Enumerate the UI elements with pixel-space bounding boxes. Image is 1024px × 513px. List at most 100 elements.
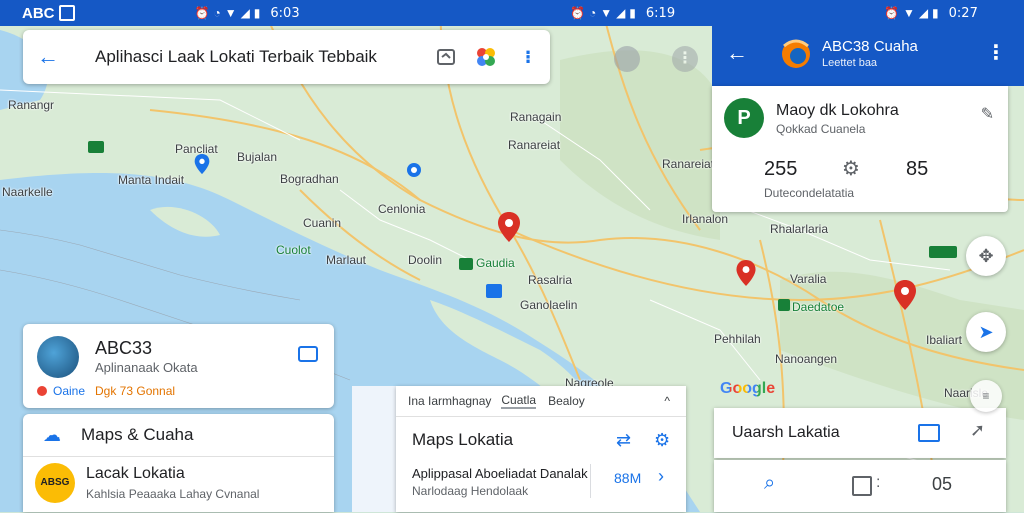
app-logo: ABSG (35, 463, 75, 503)
status-icons: ⏰◔▼◢▮ (194, 6, 265, 20)
more-options-icon[interactable]: ⋮ (986, 40, 1006, 65)
sim-icon (58, 5, 75, 21)
transit-icon (929, 246, 957, 258)
search-row-label: Uaarsh Lakatia (732, 424, 840, 441)
directions-icon[interactable]: ➚ (970, 420, 985, 441)
detail-panel: Ina Iarmhagnay Cuatla Bealoy ^ Maps Loka… (396, 386, 686, 512)
location-pin-icon[interactable] (894, 280, 916, 315)
compass-icon: ✥ (978, 245, 994, 266)
navigation-arrow-icon: ➤ (978, 321, 994, 342)
map-label: Daedatoe (792, 300, 845, 314)
layers-icon: ≡ (982, 389, 990, 403)
list-item-label: Maps & Cuaha (81, 425, 194, 444)
status-icons: ⏰▼◢▮ (884, 6, 943, 20)
app-subtitle: Leettet baa (822, 57, 878, 69)
clock: 0:27 (948, 5, 978, 21)
panel-shadow (352, 386, 396, 512)
place-card[interactable]: ABC33 Aplinanaak Okata Oaine Dgk 73 Gonn… (23, 324, 334, 408)
tab-item[interactable]: Cuatla (501, 393, 537, 409)
image-search-icon[interactable] (426, 47, 466, 67)
map-label: Gaudia (476, 256, 515, 270)
chat-icon[interactable] (614, 46, 640, 72)
panel-line: Aplippasal Aboeliadat Danalak (412, 466, 588, 481)
google-logo: Google (720, 380, 776, 397)
back-arrow-icon[interactable]: ← (23, 44, 73, 70)
size-label: 88M (614, 470, 642, 486)
place-name: ABC33 (95, 338, 153, 358)
status-bar: ⏰▼◢▮ 0:27 (712, 0, 1024, 26)
swap-icon[interactable]: ⇄ (616, 430, 631, 451)
panel-line: Narlodaag Hendolaak (412, 484, 529, 498)
status-bar: ABC ⏰◔▼◢▮ 6:03 (0, 0, 355, 26)
settings-icon[interactable]: ⚙ (654, 430, 670, 451)
more-options-icon[interactable]: ⋮ (672, 46, 698, 72)
place-marker-icon[interactable] (406, 162, 422, 183)
map-label: Ranangr (8, 98, 55, 112)
app-logo-icon (780, 36, 812, 72)
status-icons: ⏰◔▼◢▮ (570, 6, 640, 20)
map-label: Ibaliart (926, 333, 963, 347)
share-icon[interactable] (298, 346, 318, 362)
search-icon[interactable]: ⌕ (764, 472, 775, 495)
list-item[interactable]: ☁ Maps & Cuaha (23, 414, 334, 457)
transit-icon (486, 284, 502, 298)
info-subtitle: Qokkad Cuanela (776, 122, 866, 136)
hours-label: Dgk 73 Gonnal (95, 384, 176, 398)
map-label: Ranagain (510, 110, 562, 124)
map-label: Cuolot (276, 243, 311, 257)
cloud-icon: ☁ (43, 424, 61, 445)
stat-value: 85 (906, 158, 929, 180)
checkbox-icon[interactable] (852, 476, 872, 496)
map-label: Bogradhan (280, 172, 339, 186)
map-label: Cenlonia (378, 202, 426, 216)
zoom-button[interactable]: ≡ (970, 380, 1002, 412)
map-label: Doolin (408, 253, 443, 267)
map-label: Rhalarlaria (770, 222, 829, 236)
chevron-up-icon[interactable]: ^ (664, 394, 670, 408)
navigate-button[interactable]: ➤ (966, 312, 1006, 352)
search-row[interactable]: Uaarsh Lakatia ➚ (714, 408, 1006, 458)
app-title: ABC38 Cuaha (822, 38, 918, 55)
app-header: ← ABC38 Cuaha Leettet baa ⋮ (712, 26, 1024, 86)
pin-icon[interactable]: ✎ (981, 104, 994, 124)
count-label: 05 (932, 474, 953, 494)
action-row: ⌕ : 05 (714, 460, 1006, 512)
tab-item[interactable]: Bealoy (548, 394, 585, 408)
assistant-icon[interactable] (466, 45, 506, 69)
settings-icon[interactable]: ⚙ (842, 156, 860, 181)
tab-item[interactable]: Ina Iarmhagnay (408, 394, 491, 408)
chevron-right-icon[interactable]: › (658, 466, 664, 487)
stat-value: 255 (764, 158, 798, 180)
transit-icon (778, 299, 790, 311)
clock: 6:03 (270, 5, 300, 21)
location-pin-icon[interactable] (736, 260, 756, 291)
map-label: Irlanalon (682, 212, 729, 226)
search-bar[interactable]: ← Aplihasci Laak Lokati Terbaik Tebbaik … (23, 30, 550, 84)
results-list: ☁ Maps & Cuaha ABSG Lacak Lokatia Kahlsi… (23, 414, 334, 512)
map-label: Manta Indait (118, 173, 185, 187)
map-label: Pehhilah (714, 332, 761, 346)
place-avatar (37, 336, 79, 378)
divider (590, 464, 591, 498)
place-subtitle: Aplinanaak Okata (95, 360, 198, 375)
status-dot-icon (37, 386, 47, 396)
info-title: Maoy dk Lokohra (776, 102, 899, 119)
place-marker-icon[interactable] (194, 154, 210, 179)
list-item-title: Lacak Lokatia (86, 465, 185, 482)
location-pin-icon[interactable] (498, 212, 520, 247)
place-logo-icon: P (724, 98, 764, 138)
info-card: P Maoy dk Lokohra Qokkad Cuanela ✎ 255 ⚙… (712, 86, 1008, 212)
message-icon[interactable] (918, 424, 940, 442)
status-bar: ⏰◔▼◢▮ 6:19 (355, 0, 712, 26)
clock: 6:19 (645, 5, 676, 21)
tab-bar: Ina Iarmhagnay Cuatla Bealoy ^ (396, 386, 686, 417)
search-title[interactable]: Aplihasci Laak Lokati Terbaik Tebbaik (95, 47, 377, 67)
back-arrow-icon[interactable]: ← (726, 40, 748, 66)
info-caption: Dutecondelatatia (764, 186, 855, 200)
list-item-subtitle: Kahlsia Peaaaka Lahay Cvnanal (86, 487, 260, 501)
microphone-icon[interactable]: ⁝ (506, 47, 550, 68)
compass-button[interactable]: ✥ (966, 236, 1006, 276)
map-label: Ranareiat (508, 138, 561, 152)
separator-colon: : (876, 474, 881, 491)
list-item[interactable]: ABSG Lacak Lokatia Kahlsia Peaaaka Lahay… (23, 457, 334, 513)
